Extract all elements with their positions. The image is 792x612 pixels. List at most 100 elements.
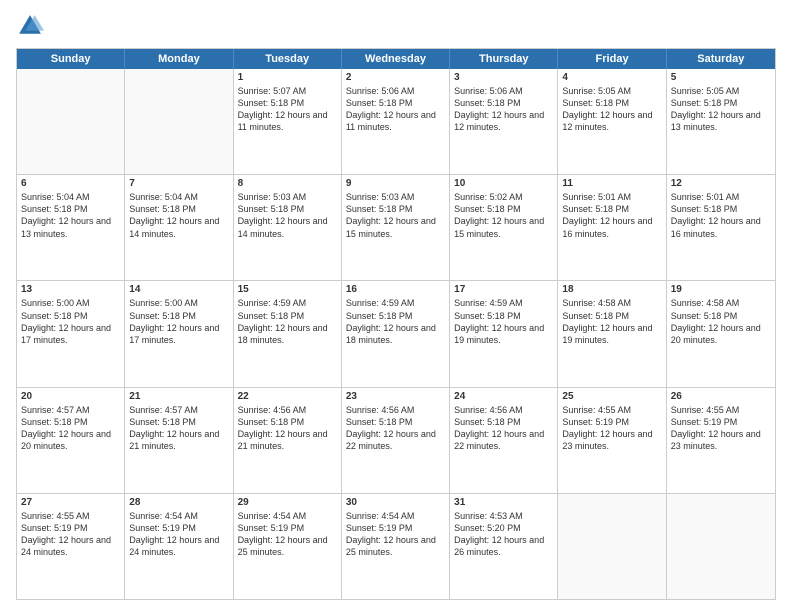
day-number: 19 xyxy=(671,284,771,295)
day-number: 18 xyxy=(562,284,661,295)
day-number: 17 xyxy=(454,284,553,295)
cell-info: Sunrise: 4:56 AM Sunset: 5:18 PM Dayligh… xyxy=(346,404,445,453)
calendar-cell: 6 Sunrise: 5:04 AM Sunset: 5:18 PM Daylig… xyxy=(17,175,125,280)
calendar-cell xyxy=(17,69,125,174)
day-number: 25 xyxy=(562,391,661,402)
calendar-cell: 13Sunrise: 5:00 AM Sunset: 5:18 PM Dayli… xyxy=(17,281,125,386)
day-number: 20 xyxy=(21,391,120,402)
calendar-cell: 1Sunrise: 5:07 AM Sunset: 5:18 PM Daylig… xyxy=(234,69,342,174)
calendar-cell: 11Sunrise: 5:01 AM Sunset: 5:18 PM Dayli… xyxy=(558,175,666,280)
header-day: Tuesday xyxy=(234,49,342,69)
cell-info: Sunrise: 5:07 AM Sunset: 5:18 PM Dayligh… xyxy=(238,85,337,134)
day-number: 23 xyxy=(346,391,445,402)
day-number: 29 xyxy=(238,497,337,508)
calendar-cell: 25 Sunrise: 4:55 AM Sunset: 5:19 PM Dayli… xyxy=(558,388,666,493)
cell-info: Sunrise: 5:00 AM Sunset: 5:18 PM Dayligh… xyxy=(21,297,120,346)
cell-info: Sunrise: 5:04 AM Sunset: 5:18 PM Dayligh… xyxy=(21,191,120,240)
day-number: 27 xyxy=(21,497,120,508)
calendar-body: 1Sunrise: 5:07 AM Sunset: 5:18 PM Daylig… xyxy=(17,69,775,599)
calendar-cell: 18 Sunrise: 4:58 AM Sunset: 5:18 PM Dayli… xyxy=(558,281,666,386)
cell-info: Sunrise: 4:56 AM Sunset: 5:18 PM Dayligh… xyxy=(238,404,337,453)
calendar-row: 13Sunrise: 5:00 AM Sunset: 5:18 PM Dayli… xyxy=(17,280,775,386)
day-number: 22 xyxy=(238,391,337,402)
logo-icon xyxy=(16,12,44,40)
header-day: Wednesday xyxy=(342,49,450,69)
calendar-cell: 27 Sunrise: 4:55 AM Sunset: 5:19 PM Dayli… xyxy=(17,494,125,599)
calendar-cell: 20 Sunrise: 4:57 AM Sunset: 5:18 PM Dayli… xyxy=(17,388,125,493)
calendar-header: SundayMondayTuesdayWednesdayThursdayFrid… xyxy=(17,49,775,69)
calendar-cell: 8Sunrise: 5:03 AM Sunset: 5:18 PM Daylig… xyxy=(234,175,342,280)
calendar-row: 20 Sunrise: 4:57 AM Sunset: 5:18 PM Dayli… xyxy=(17,387,775,493)
cell-info: Sunrise: 4:56 AM Sunset: 5:18 PM Dayligh… xyxy=(454,404,553,453)
cell-info: Sunrise: 4:57 AM Sunset: 5:18 PM Dayligh… xyxy=(21,404,120,453)
calendar-cell: 14Sunrise: 5:00 AM Sunset: 5:18 PM Dayli… xyxy=(125,281,233,386)
cell-info: Sunrise: 4:58 AM Sunset: 5:18 PM Dayligh… xyxy=(671,297,771,346)
calendar-cell: 23 Sunrise: 4:56 AM Sunset: 5:18 PM Dayli… xyxy=(342,388,450,493)
day-number: 7 xyxy=(129,178,228,189)
calendar-cell: 21 Sunrise: 4:57 AM Sunset: 5:18 PM Dayli… xyxy=(125,388,233,493)
header-day: Friday xyxy=(558,49,666,69)
header-day: Thursday xyxy=(450,49,558,69)
calendar-cell: 5 Sunrise: 5:05 AM Sunset: 5:18 PM Daylig… xyxy=(667,69,775,174)
cell-info: Sunrise: 5:05 AM Sunset: 5:18 PM Dayligh… xyxy=(671,85,771,134)
calendar-cell: 4Sunrise: 5:05 AM Sunset: 5:18 PM Daylig… xyxy=(558,69,666,174)
cell-info: Sunrise: 4:53 AM Sunset: 5:20 PM Dayligh… xyxy=(454,510,553,559)
calendar-row: 27 Sunrise: 4:55 AM Sunset: 5:19 PM Dayli… xyxy=(17,493,775,599)
calendar-cell xyxy=(558,494,666,599)
header-day: Saturday xyxy=(667,49,775,69)
cell-info: Sunrise: 5:06 AM Sunset: 5:18 PM Dayligh… xyxy=(454,85,553,134)
calendar-cell: 24 Sunrise: 4:56 AM Sunset: 5:18 PM Dayli… xyxy=(450,388,558,493)
day-number: 5 xyxy=(671,72,771,83)
calendar-cell: 16Sunrise: 4:59 AM Sunset: 5:18 PM Dayli… xyxy=(342,281,450,386)
page: SundayMondayTuesdayWednesdayThursdayFrid… xyxy=(0,0,792,612)
day-number: 24 xyxy=(454,391,553,402)
calendar: SundayMondayTuesdayWednesdayThursdayFrid… xyxy=(16,48,776,600)
day-number: 2 xyxy=(346,72,445,83)
logo xyxy=(16,12,48,40)
calendar-cell: 3 Sunrise: 5:06 AM Sunset: 5:18 PM Daylig… xyxy=(450,69,558,174)
calendar-cell: 12Sunrise: 5:01 AM Sunset: 5:18 PM Dayli… xyxy=(667,175,775,280)
calendar-cell: 28Sunrise: 4:54 AM Sunset: 5:19 PM Dayli… xyxy=(125,494,233,599)
cell-info: Sunrise: 4:59 AM Sunset: 5:18 PM Dayligh… xyxy=(346,297,445,346)
day-number: 15 xyxy=(238,284,337,295)
day-number: 26 xyxy=(671,391,771,402)
calendar-cell: 9Sunrise: 5:03 AM Sunset: 5:18 PM Daylig… xyxy=(342,175,450,280)
cell-info: Sunrise: 4:58 AM Sunset: 5:18 PM Dayligh… xyxy=(562,297,661,346)
day-number: 4 xyxy=(562,72,661,83)
day-number: 6 xyxy=(21,178,120,189)
cell-info: Sunrise: 5:01 AM Sunset: 5:18 PM Dayligh… xyxy=(671,191,771,240)
cell-info: Sunrise: 4:54 AM Sunset: 5:19 PM Dayligh… xyxy=(346,510,445,559)
header-day: Monday xyxy=(125,49,233,69)
cell-info: Sunrise: 5:03 AM Sunset: 5:18 PM Dayligh… xyxy=(238,191,337,240)
day-number: 30 xyxy=(346,497,445,508)
cell-info: Sunrise: 4:55 AM Sunset: 5:19 PM Dayligh… xyxy=(21,510,120,559)
calendar-cell: 29Sunrise: 4:54 AM Sunset: 5:19 PM Dayli… xyxy=(234,494,342,599)
cell-info: Sunrise: 5:03 AM Sunset: 5:18 PM Dayligh… xyxy=(346,191,445,240)
calendar-row: 6 Sunrise: 5:04 AM Sunset: 5:18 PM Daylig… xyxy=(17,174,775,280)
day-number: 11 xyxy=(562,178,661,189)
calendar-cell: 15 Sunrise: 4:59 AM Sunset: 5:18 PM Dayli… xyxy=(234,281,342,386)
day-number: 14 xyxy=(129,284,228,295)
cell-info: Sunrise: 5:04 AM Sunset: 5:18 PM Dayligh… xyxy=(129,191,228,240)
day-number: 31 xyxy=(454,497,553,508)
calendar-cell xyxy=(125,69,233,174)
cell-info: Sunrise: 4:55 AM Sunset: 5:19 PM Dayligh… xyxy=(671,404,771,453)
day-number: 21 xyxy=(129,391,228,402)
cell-info: Sunrise: 4:57 AM Sunset: 5:18 PM Dayligh… xyxy=(129,404,228,453)
header-day: Sunday xyxy=(17,49,125,69)
calendar-cell xyxy=(667,494,775,599)
cell-info: Sunrise: 4:55 AM Sunset: 5:19 PM Dayligh… xyxy=(562,404,661,453)
calendar-cell: 10Sunrise: 5:02 AM Sunset: 5:18 PM Dayli… xyxy=(450,175,558,280)
cell-info: Sunrise: 4:59 AM Sunset: 5:18 PM Dayligh… xyxy=(454,297,553,346)
calendar-cell: 26 Sunrise: 4:55 AM Sunset: 5:19 PM Dayli… xyxy=(667,388,775,493)
calendar-cell: 2 Sunrise: 5:06 AM Sunset: 5:18 PM Daylig… xyxy=(342,69,450,174)
header xyxy=(16,12,776,40)
calendar-cell: 17 Sunrise: 4:59 AM Sunset: 5:18 PM Dayli… xyxy=(450,281,558,386)
calendar-cell: 19 Sunrise: 4:58 AM Sunset: 5:18 PM Dayli… xyxy=(667,281,775,386)
calendar-cell: 7 Sunrise: 5:04 AM Sunset: 5:18 PM Daylig… xyxy=(125,175,233,280)
cell-info: Sunrise: 4:59 AM Sunset: 5:18 PM Dayligh… xyxy=(238,297,337,346)
cell-info: Sunrise: 5:06 AM Sunset: 5:18 PM Dayligh… xyxy=(346,85,445,134)
day-number: 10 xyxy=(454,178,553,189)
calendar-cell: 22 Sunrise: 4:56 AM Sunset: 5:18 PM Dayli… xyxy=(234,388,342,493)
day-number: 3 xyxy=(454,72,553,83)
